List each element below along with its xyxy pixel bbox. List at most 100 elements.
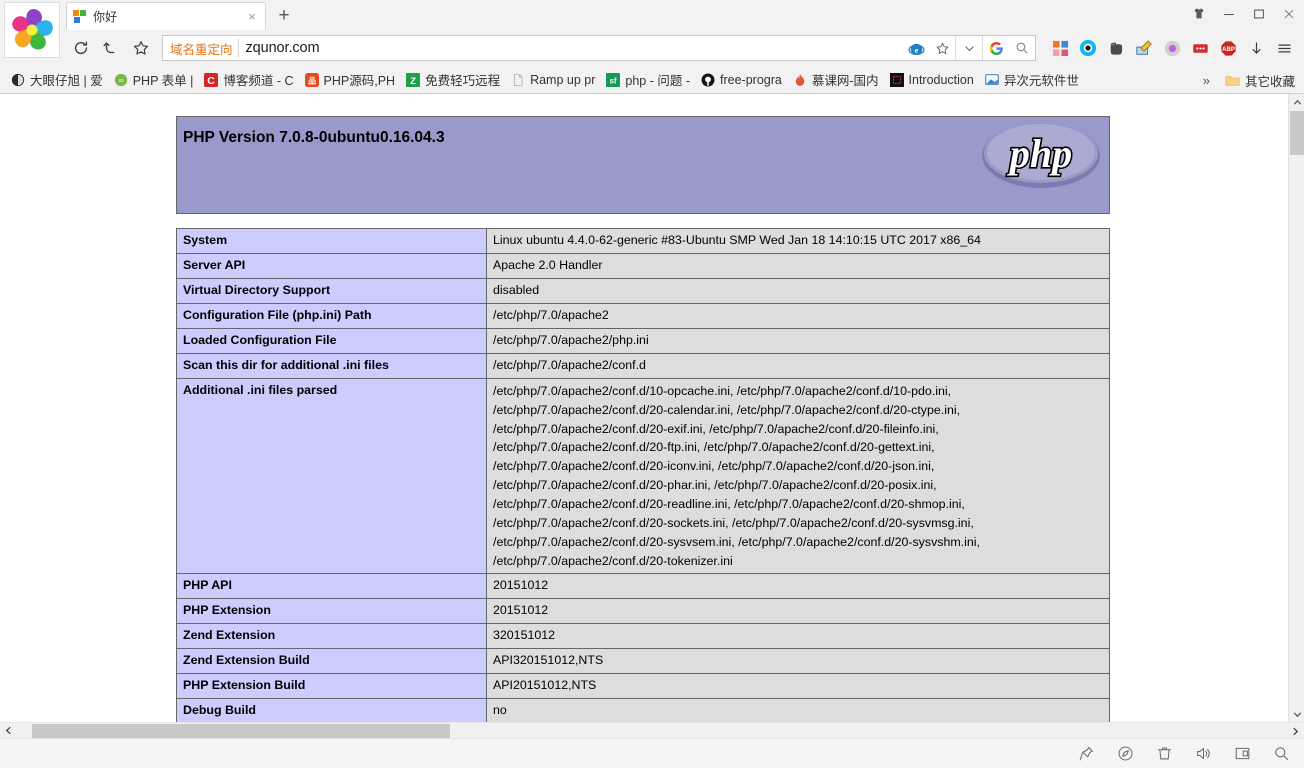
tab-strip: 你好 × +	[0, 0, 1304, 58]
bookmark-item[interactable]: sf php - 问题 -	[600, 68, 695, 91]
apps-grid-icon[interactable]	[1046, 34, 1074, 62]
maximize-icon[interactable]	[1252, 7, 1268, 23]
row-label: PHP API	[176, 573, 487, 600]
favorite-star-icon[interactable]	[929, 36, 955, 60]
vertical-scroll-thumb[interactable]	[1290, 111, 1304, 155]
bookmark-label: 异次元软件世	[1003, 74, 1079, 88]
new-tab-button[interactable]: +	[270, 4, 298, 30]
scroll-left-arrow[interactable]	[0, 723, 17, 739]
browser-toolbar: 域名重定向 zqunor.com e ABP	[0, 30, 1304, 66]
table-row: System Linux ubuntu 4.4.0-62-generic #83…	[176, 228, 1110, 254]
bookmark-item[interactable]: C 博客频道 - C	[198, 68, 298, 91]
row-label: PHP Extension	[176, 598, 487, 625]
row-label: Zend Extension Build	[176, 648, 487, 675]
svg-text:php: php	[1007, 131, 1072, 176]
scroll-up-arrow[interactable]	[1289, 94, 1304, 110]
bookmark-item[interactable]: free-progra	[695, 70, 787, 90]
browser-window: 你好 × + 域名重定向 zqunor.com e ABP 大眼仔旭 | 爱 ∞…	[0, 0, 1304, 768]
bookmarks-overflow-button[interactable]: »	[1195, 73, 1218, 88]
bookmark-label: 博客频道 - C	[223, 74, 294, 88]
bookmark-item[interactable]: Z 免费轻巧远程	[400, 68, 505, 91]
extension-toolbar: ABP	[1042, 34, 1298, 62]
snipaste-icon[interactable]	[1130, 34, 1158, 62]
redirect-badge: 域名重定向	[170, 42, 233, 57]
lastpass-icon[interactable]	[1186, 34, 1214, 62]
window-icon	[984, 72, 1000, 88]
horizontal-scrollbar[interactable]	[0, 722, 1304, 738]
csdn-icon: C	[203, 72, 219, 88]
phpinfo-table: System Linux ubuntu 4.4.0-62-generic #83…	[176, 228, 1110, 722]
browser-tab[interactable]: 你好 ×	[66, 2, 266, 30]
row-label: System	[176, 228, 487, 254]
row-label: Virtual Directory Support	[176, 277, 487, 304]
table-row: Zend Extension 320151012	[176, 623, 1110, 650]
row-value: Apache 2.0 Handler	[486, 252, 1110, 279]
url-text[interactable]: zqunor.com	[239, 40, 903, 56]
bookmark-star-button[interactable]	[126, 33, 156, 63]
z-icon: Z	[405, 72, 421, 88]
table-row: Virtual Directory Support disabled	[176, 277, 1110, 304]
browser-logo[interactable]	[4, 2, 60, 58]
bookmark-item[interactable]: 大眼仔旭 | 爱	[5, 68, 108, 91]
window-split-icon[interactable]	[1234, 745, 1251, 762]
bookmark-label: Ramp up pr	[530, 72, 596, 87]
skin-icon[interactable]	[1192, 7, 1208, 23]
tab-close-icon[interactable]: ×	[245, 10, 259, 24]
ie-icon[interactable]: e	[903, 36, 929, 60]
bookmark-item[interactable]: 慕课网-国内	[787, 68, 884, 91]
other-bookmarks-folder[interactable]: 其它收藏	[1220, 69, 1300, 92]
reload-button[interactable]	[66, 33, 96, 63]
eye-extension-icon[interactable]	[1074, 34, 1102, 62]
bookmark-item[interactable]: ∞ PHP 表单 |	[108, 68, 199, 91]
adblock-plus-icon[interactable]: ABP	[1214, 34, 1242, 62]
other-bookmarks-label: 其它收藏	[1244, 74, 1295, 89]
vertical-scrollbar[interactable]	[1288, 94, 1304, 722]
bookmark-item[interactable]: Introduction	[884, 70, 979, 90]
download-icon[interactable]	[1242, 34, 1270, 62]
bookmark-label: 大眼仔旭 | 爱	[30, 74, 103, 88]
scroll-right-arrow[interactable]	[1287, 723, 1304, 739]
history-undo-button[interactable]	[96, 33, 126, 63]
google-icon[interactable]	[983, 36, 1009, 60]
svg-text:Z: Z	[410, 75, 416, 86]
row-value: /etc/php/7.0/apache2	[486, 302, 1110, 329]
row-value: 20151012	[486, 598, 1110, 625]
php-logo-icon: php	[981, 122, 1101, 189]
page-icon	[510, 72, 526, 88]
evernote-icon[interactable]	[1102, 34, 1130, 62]
dark-icon	[889, 72, 905, 88]
row-value: Linux ubuntu 4.4.0-62-generic #83-Ubuntu…	[486, 228, 1110, 254]
table-row: Configuration File (php.ini) Path /etc/p…	[176, 302, 1110, 329]
purple-circle-icon[interactable]	[1158, 34, 1186, 62]
table-row: Server API Apache 2.0 Handler	[176, 252, 1110, 279]
chevron-down-icon[interactable]	[956, 36, 982, 60]
pin-icon[interactable]	[1078, 745, 1095, 762]
row-label: Scan this dir for additional .ini files	[176, 352, 487, 379]
address-bar[interactable]: 域名重定向 zqunor.com e	[162, 35, 1036, 61]
table-row: Additional .ini files parsed /etc/php/7.…	[176, 377, 1110, 575]
compass-icon[interactable]	[1117, 745, 1134, 762]
trash-icon[interactable]	[1156, 745, 1173, 762]
volume-icon[interactable]	[1195, 745, 1212, 762]
row-value: 20151012	[486, 573, 1110, 600]
bookmark-item[interactable]: 品 PHP源码,PH	[299, 68, 401, 91]
close-icon[interactable]	[1282, 7, 1298, 23]
bookmark-item[interactable]: Ramp up pr	[505, 70, 600, 90]
browser-logo-icon	[12, 9, 53, 50]
php-version-title: PHP Version 7.0.8-0ubuntu0.16.04.3	[183, 129, 445, 146]
page-content-area: PHP Version 7.0.8-0ubuntu0.16.04.3 php S…	[0, 94, 1288, 722]
tab-title: 你好	[93, 10, 118, 24]
table-row: PHP Extension 20151012	[176, 598, 1110, 625]
bookmark-label: PHP源码,PH	[323, 74, 396, 88]
horizontal-scroll-thumb[interactable]	[32, 724, 450, 738]
menu-icon[interactable]	[1270, 34, 1298, 62]
svg-text:ABP: ABP	[1222, 46, 1235, 53]
minimize-icon[interactable]	[1222, 7, 1238, 23]
search-icon[interactable]	[1273, 745, 1290, 762]
window-controls	[1192, 0, 1298, 30]
scroll-down-arrow[interactable]	[1289, 706, 1304, 722]
bookmark-item[interactable]: 异次元软件世	[979, 68, 1084, 91]
phpinfo-table-body: System Linux ubuntu 4.4.0-62-generic #83…	[176, 228, 1110, 722]
svg-text:e: e	[914, 44, 918, 54]
search-icon[interactable]	[1009, 36, 1035, 60]
